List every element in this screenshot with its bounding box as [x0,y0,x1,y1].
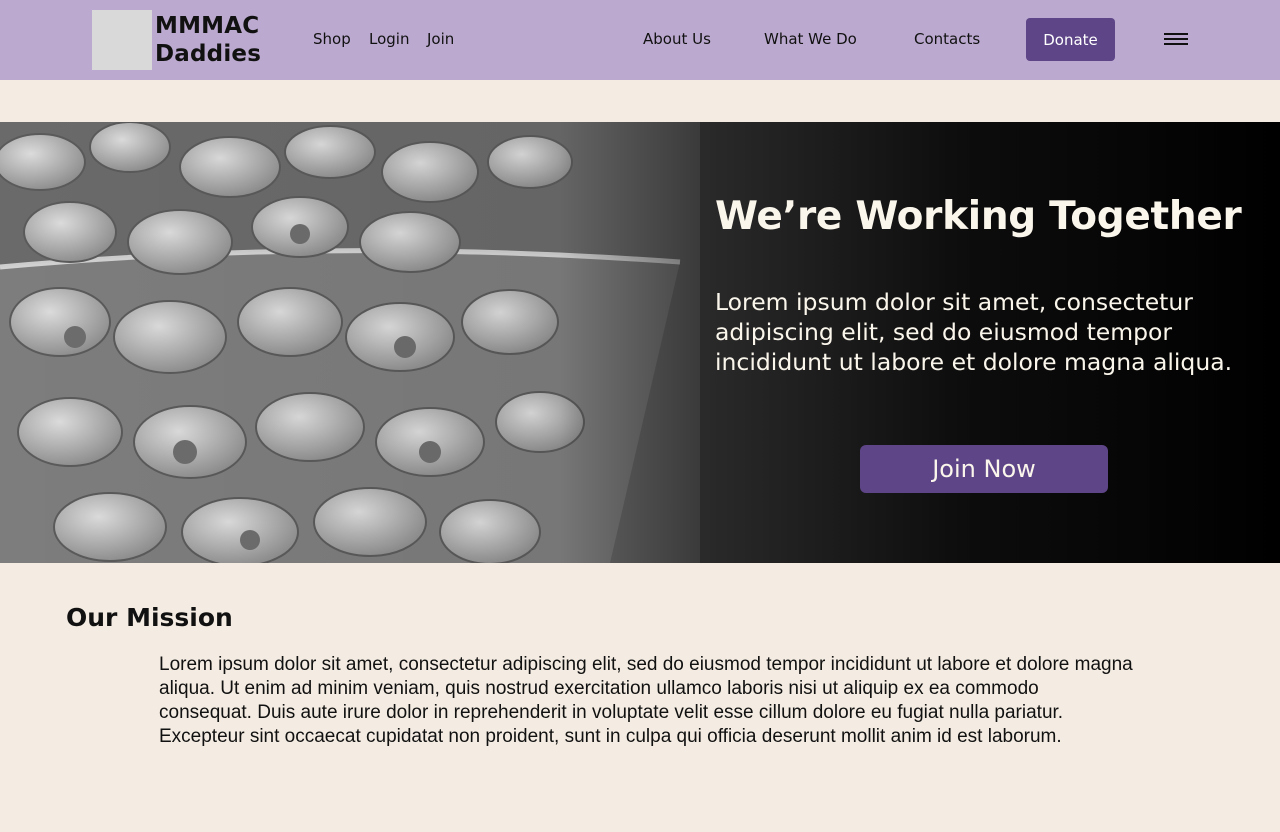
hero-banner: We’re Working Together Lorem ipsum dolor… [0,122,1280,563]
brand-line-1: MMMAC [155,13,260,39]
nav-link-what-we-do[interactable]: What We Do [764,30,857,48]
brand-line-2: Daddies [155,41,262,67]
donate-button[interactable]: Donate [1026,18,1115,61]
nav-link-join[interactable]: Join [427,30,454,48]
logo-placeholder[interactable] [92,10,152,70]
mission-text: Lorem ipsum dolor sit amet, consectetur … [159,654,1133,747]
join-now-button[interactable]: Join Now [860,445,1108,493]
brand-name[interactable]: MMMAC Daddies [155,12,261,68]
macaroni-bowl-image [0,122,700,563]
nav-link-login[interactable]: Login [369,30,409,48]
hero-description: Lorem ipsum dolor sit amet, consectetur … [715,288,1233,376]
nav-link-about-us[interactable]: About Us [643,30,711,48]
hamburger-menu-icon[interactable] [1164,33,1188,47]
top-navigation-bar: MMMAC Daddies Shop Login Join About Us W… [0,0,1280,80]
hero-title: We’re Working Together [715,194,1242,239]
nav-link-shop[interactable]: Shop [313,30,351,48]
mission-heading: Our Mission [66,603,233,632]
nav-link-contacts[interactable]: Contacts [914,30,980,48]
